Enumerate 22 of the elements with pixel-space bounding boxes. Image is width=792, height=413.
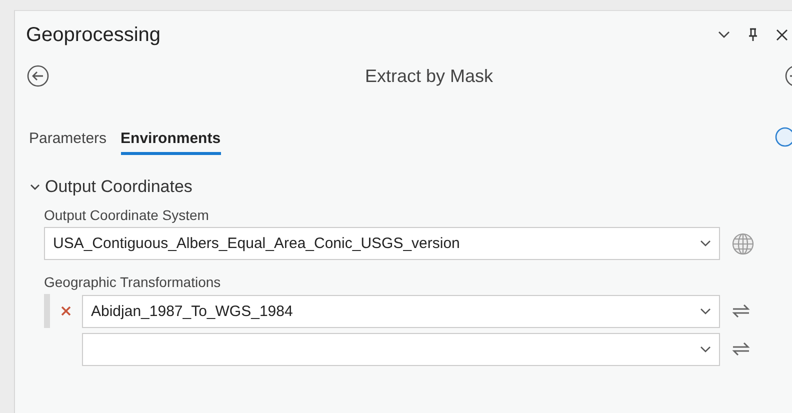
globe-icon[interactable] xyxy=(732,232,754,254)
drag-handle[interactable] xyxy=(44,294,50,328)
swap-icon[interactable] xyxy=(732,342,750,356)
field-label: Output Coordinate System xyxy=(44,207,210,223)
remove-icon[interactable] xyxy=(61,306,71,316)
chevron-icon xyxy=(700,240,711,247)
tool-title: Extract by Mask xyxy=(364,66,494,86)
coordinate-system-dropdown[interactable]: USA_Contiguous_Albers_Equal_Area_Conic_USGS_version xyxy=(44,227,720,260)
chevron-icon[interactable] xyxy=(718,31,730,39)
pin-icon[interactable] xyxy=(748,28,758,42)
tab[interactable]: Environments xyxy=(120,130,221,155)
chevron-icon xyxy=(700,346,711,352)
pane-title: Geoprocessing xyxy=(26,24,161,46)
back-icon[interactable] xyxy=(27,65,49,87)
field-label: Geographic Transformations xyxy=(44,274,222,290)
swap-icon[interactable] xyxy=(732,304,750,318)
transformation-dropdown[interactable]: Abidjan_1987_To_WGS_1984 xyxy=(82,294,720,328)
close-icon[interactable] xyxy=(776,29,788,41)
tab[interactable]: Parameters xyxy=(29,130,107,155)
chevron-icon[interactable] xyxy=(30,183,40,191)
section-title[interactable]: Output Coordinates xyxy=(45,177,192,197)
chevron-icon xyxy=(700,308,711,314)
